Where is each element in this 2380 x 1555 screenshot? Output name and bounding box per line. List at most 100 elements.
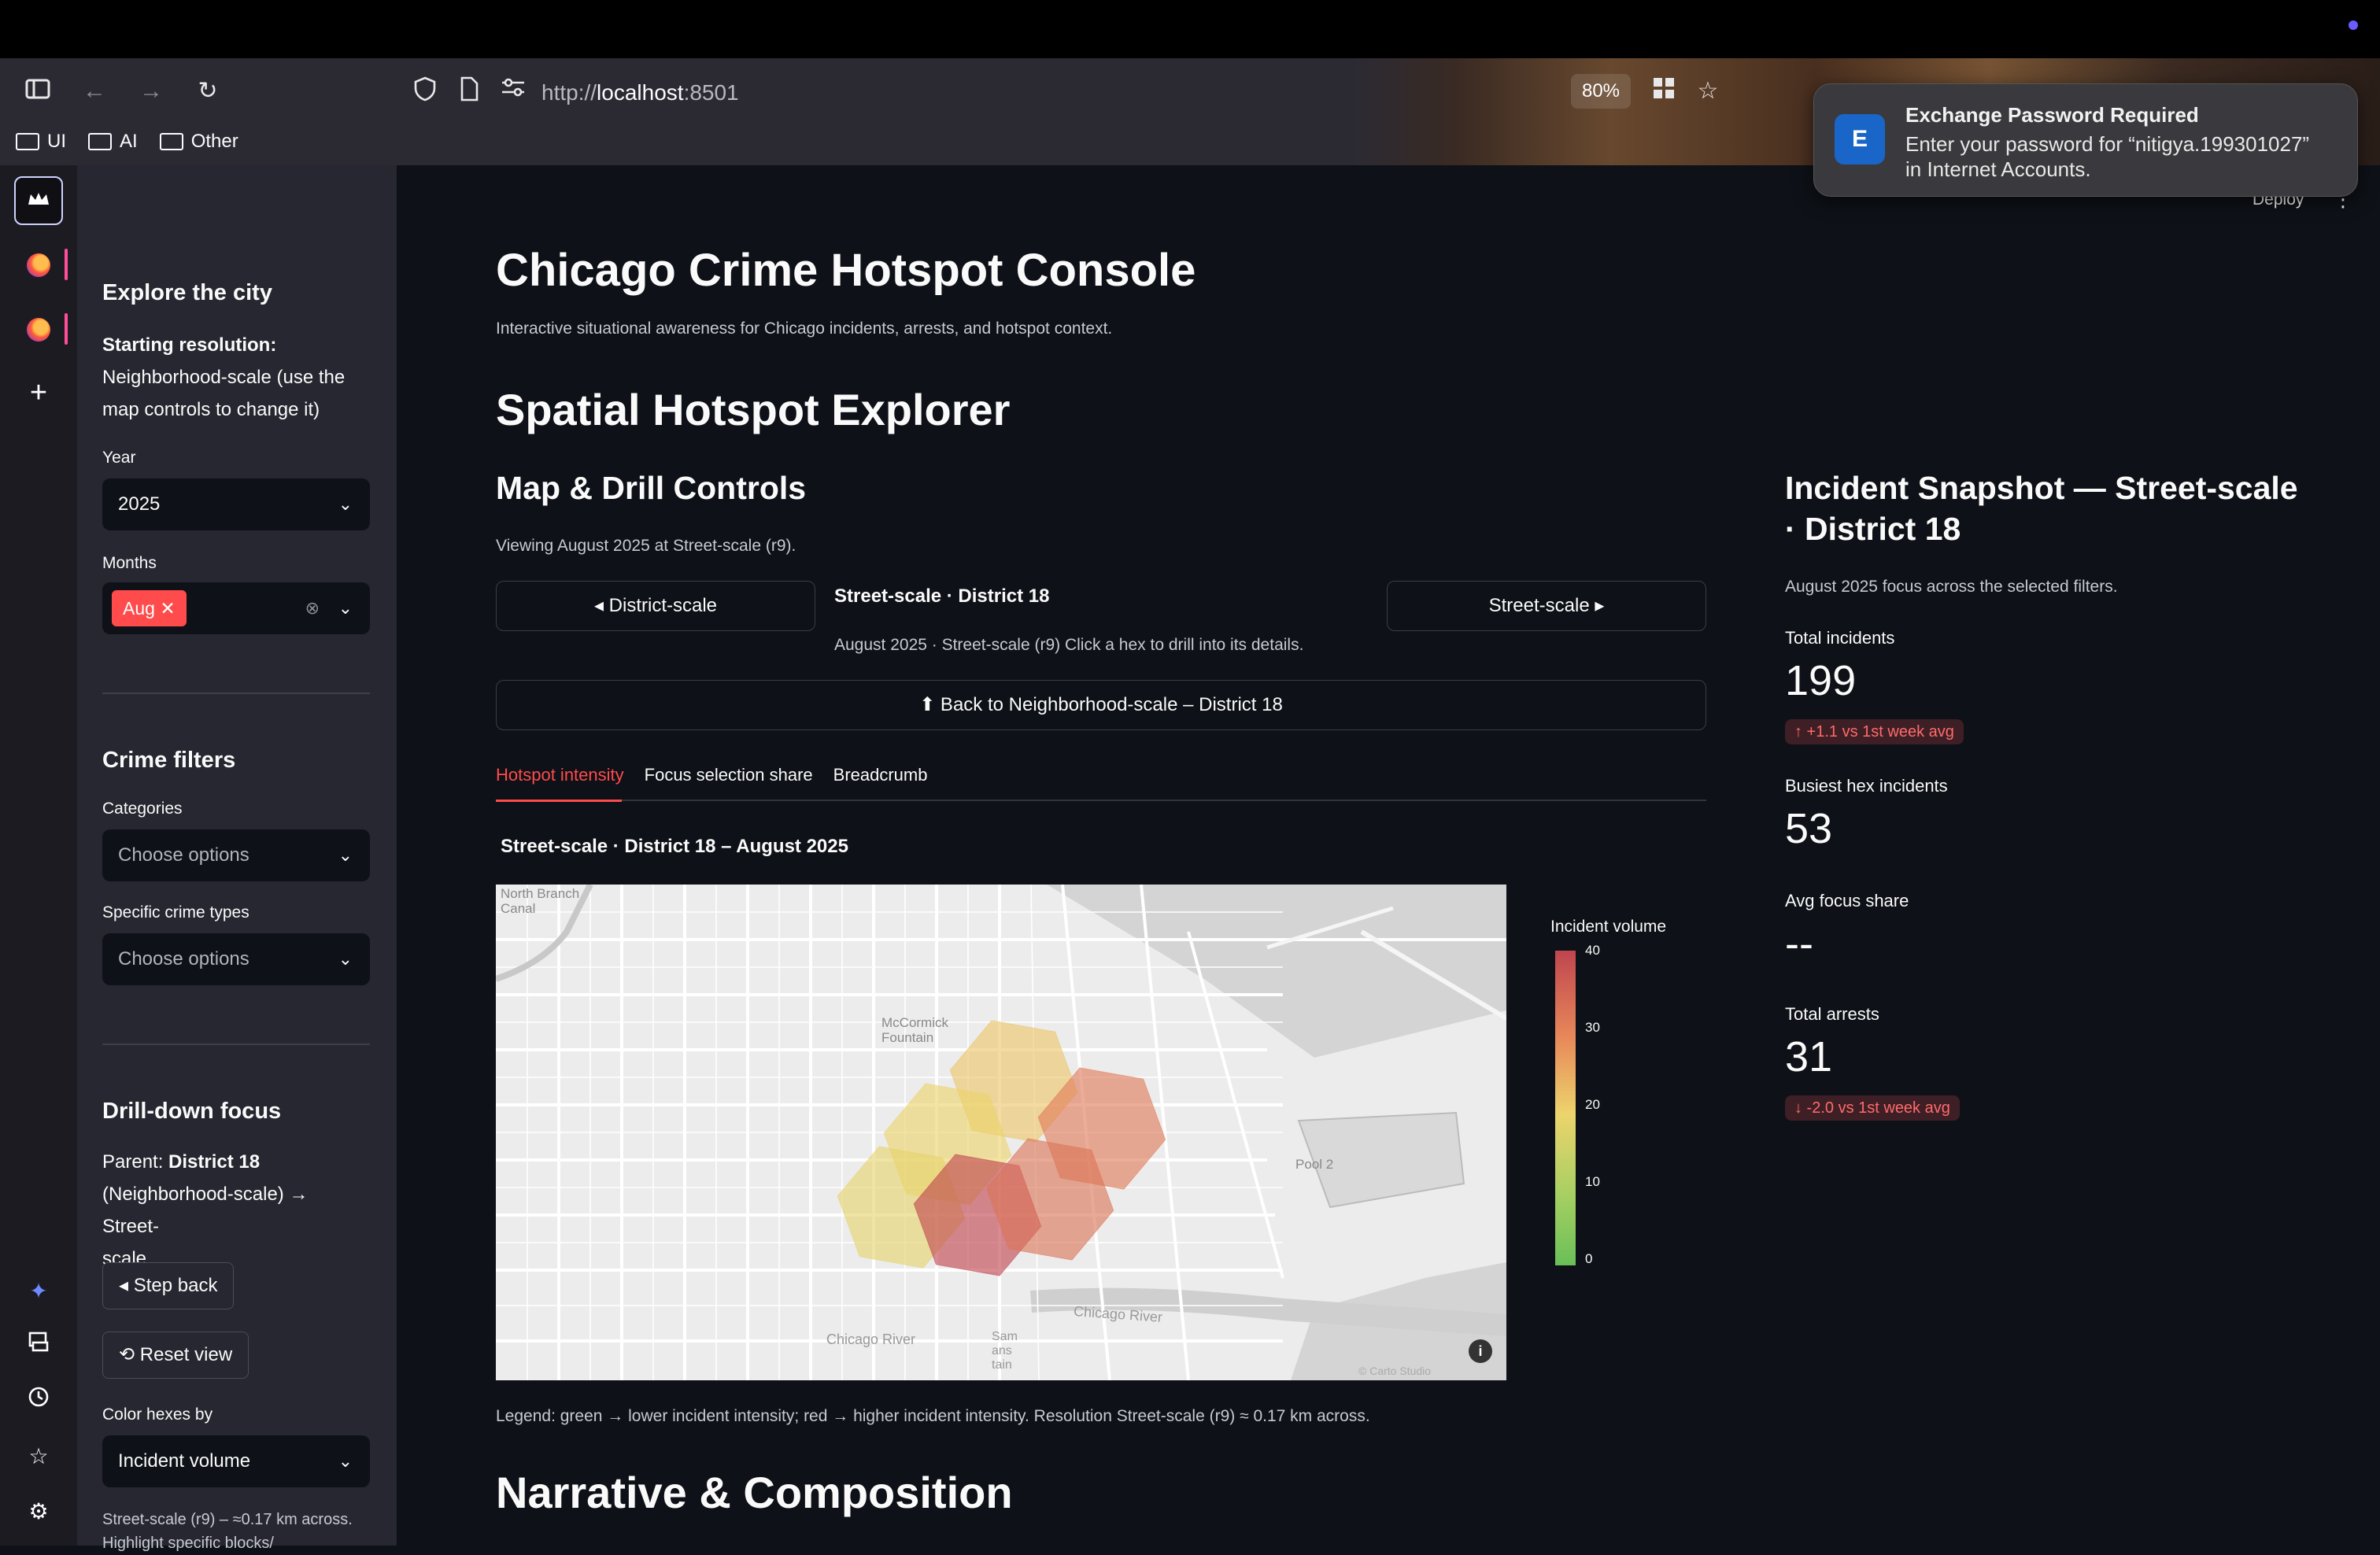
map-label-line: tain bbox=[992, 1358, 1012, 1372]
metric-label: Total incidents bbox=[1785, 628, 1895, 648]
settings-gear-icon[interactable]: ⚙ bbox=[14, 1487, 63, 1536]
parent-text: Parent: District 18 (Neighborhood-scale)… bbox=[102, 1146, 370, 1275]
metric-label: Busiest hex incidents bbox=[1785, 776, 1948, 796]
year-label: Year bbox=[102, 449, 136, 467]
map-label-line: Sam bbox=[992, 1330, 1018, 1343]
chevron-down-icon: ⌄ bbox=[338, 949, 353, 969]
street-scale-button[interactable]: Street-scale ▸ bbox=[1387, 581, 1706, 631]
permissions-icon[interactable] bbox=[497, 76, 529, 107]
color-by-label: Color hexes by bbox=[102, 1405, 213, 1424]
url-port: :8501 bbox=[683, 80, 739, 105]
bookmark-ai[interactable]: AI bbox=[88, 131, 138, 153]
synced-tabs-icon[interactable] bbox=[14, 1322, 63, 1371]
url-bar[interactable]: http://localhost:8501 bbox=[541, 80, 739, 105]
history-clock-icon[interactable] bbox=[14, 1377, 63, 1426]
bookmark-ui[interactable]: UI bbox=[16, 131, 66, 153]
month-tag[interactable]: Aug ✕ bbox=[112, 590, 187, 626]
colorbar-gradient bbox=[1555, 951, 1576, 1265]
extensions-grid-icon[interactable] bbox=[1648, 76, 1680, 107]
crime-types-placeholder: Choose options bbox=[118, 948, 249, 970]
map-label-line: North Branch bbox=[501, 886, 580, 901]
map-label-north-branch: North Branch Canal bbox=[501, 886, 579, 916]
step-back-button[interactable]: ◂ Step back bbox=[102, 1262, 235, 1309]
tab-streamlit[interactable] bbox=[14, 176, 63, 225]
chevron-down-icon: ⌄ bbox=[338, 598, 353, 618]
current-level-label: Street-scale · District 18 bbox=[834, 585, 1050, 607]
sidebar-divider bbox=[102, 1043, 370, 1045]
exchange-password-notification[interactable]: E Exchange Password Required Enter your … bbox=[1813, 83, 2358, 197]
metric-value: 31 bbox=[1785, 1033, 1833, 1080]
categories-placeholder: Choose options bbox=[118, 844, 249, 866]
map-label-line: McCormick bbox=[881, 1015, 948, 1030]
folder-icon bbox=[88, 133, 112, 150]
tab-firefox-2[interactable] bbox=[14, 304, 68, 353]
map-label-mccormick: McCormick Fountain bbox=[881, 1015, 948, 1045]
bookmark-other[interactable]: Other bbox=[159, 131, 238, 153]
map-label-line: ans bbox=[992, 1344, 1012, 1357]
drill-down-heading: Drill-down focus bbox=[102, 1099, 282, 1124]
shield-icon[interactable] bbox=[409, 76, 441, 107]
map-label-line: Fountain bbox=[881, 1030, 934, 1045]
tab-hotspot-intensity[interactable]: Hotspot intensity bbox=[496, 765, 624, 785]
hotspot-map[interactable]: North Branch Canal McCormick Fountain Po… bbox=[496, 885, 1506, 1380]
district-scale-button[interactable]: ◂ District-scale bbox=[496, 581, 815, 631]
map-label-line: Canal bbox=[501, 901, 536, 916]
bookmark-label: Other bbox=[190, 131, 238, 152]
tab-breadcrumb[interactable]: Breadcrumb bbox=[833, 765, 928, 785]
bookmark-star-icon[interactable]: ☆ bbox=[1692, 76, 1724, 107]
crime-types-label: Specific crime types bbox=[102, 903, 249, 922]
starting-resolution-text: Starting resolution: Neighborhood-scale … bbox=[102, 329, 370, 426]
reload-icon[interactable]: ↻ bbox=[192, 76, 224, 107]
metric-label: Avg focus share bbox=[1785, 891, 1909, 910]
map-label-sam: Sam ans tain bbox=[992, 1330, 1018, 1372]
categories-select[interactable]: Choose options ⌄ bbox=[102, 829, 370, 881]
crime-types-select[interactable]: Choose options ⌄ bbox=[102, 933, 370, 985]
bookmarks-star-icon[interactable]: ☆ bbox=[14, 1432, 63, 1481]
explore-heading: Explore the city bbox=[102, 280, 272, 305]
starting-resolution-label: Starting resolution: bbox=[102, 334, 277, 356]
forward-arrow-icon[interactable]: → bbox=[135, 76, 167, 107]
exchange-app-icon: E bbox=[1835, 114, 1885, 164]
clear-icon[interactable]: ⊗ bbox=[305, 582, 320, 634]
notification-body-line: Enter your password for “nitigya.1993010… bbox=[1905, 132, 2310, 156]
tab-underline bbox=[496, 800, 1706, 802]
map-label-chicago-river-2: Chicago River bbox=[826, 1332, 916, 1347]
tab-firefox-1[interactable] bbox=[14, 239, 68, 288]
notification-body: Enter your password for “nitigya.1993010… bbox=[1905, 131, 2346, 182]
metric-value: 199 bbox=[1785, 657, 1857, 704]
new-tab-plus-icon[interactable]: + bbox=[14, 368, 63, 417]
view-tabs: Hotspot intensity Focus selection share … bbox=[496, 765, 927, 785]
status-dot bbox=[2349, 20, 2358, 30]
page-title: Chicago Crime Hotspot Console bbox=[496, 245, 1196, 296]
os-menu-bar bbox=[0, 0, 2380, 58]
map-info-icon[interactable]: i bbox=[1469, 1339, 1492, 1363]
page-icon[interactable] bbox=[453, 76, 485, 107]
back-arrow-icon[interactable]: ← bbox=[79, 76, 110, 107]
year-select[interactable]: 2025 ⌄ bbox=[102, 478, 370, 530]
chevron-down-icon: ⌄ bbox=[338, 494, 353, 514]
color-by-select[interactable]: Incident volume ⌄ bbox=[102, 1435, 370, 1487]
snapshot-heading-line: · District 18 bbox=[1785, 511, 1961, 547]
reset-view-button[interactable]: ⟲ Reset view bbox=[102, 1332, 249, 1379]
starting-resolution-line: map controls to change it) bbox=[102, 399, 320, 420]
ai-sparkle-icon[interactable]: ✦ bbox=[14, 1267, 63, 1316]
current-level-caption: August 2025 · Street-scale (r9) Click a … bbox=[834, 636, 1304, 654]
controls-heading: Map & Drill Controls bbox=[496, 470, 807, 506]
vertical-tab-strip: + ✦ ☆ ⚙ bbox=[0, 165, 77, 1546]
page-subtitle: Interactive situational awareness for Ch… bbox=[496, 319, 1113, 338]
tab-focus-selection-share[interactable]: Focus selection share bbox=[645, 765, 813, 785]
footer-line: Street-scale (r9) – ≈0.17 km across. bbox=[102, 1511, 353, 1528]
url-scheme: http:// bbox=[541, 80, 597, 105]
section-title: Spatial Hotspot Explorer bbox=[496, 385, 1011, 434]
back-to-neighborhood-button[interactable]: ⬆ Back to Neighborhood-scale – District … bbox=[496, 680, 1706, 730]
viewing-caption: Viewing August 2025 at Street-scale (r9)… bbox=[496, 537, 796, 555]
sidebar-toggle-icon[interactable] bbox=[22, 76, 54, 107]
footer-line: Highlight specific blocks/ bbox=[102, 1535, 274, 1552]
zoom-level[interactable]: 80% bbox=[1571, 74, 1631, 109]
months-multiselect[interactable]: Aug ✕ ⊗ ⌄ bbox=[102, 582, 370, 634]
narrative-section-title: Narrative & Composition bbox=[496, 1468, 1013, 1517]
colorbar-tick: 0 bbox=[1585, 1251, 1593, 1266]
colorbar-tick: 20 bbox=[1585, 1097, 1600, 1112]
metric-value: 53 bbox=[1785, 805, 1833, 852]
chevron-down-icon: ⌄ bbox=[338, 1451, 353, 1471]
